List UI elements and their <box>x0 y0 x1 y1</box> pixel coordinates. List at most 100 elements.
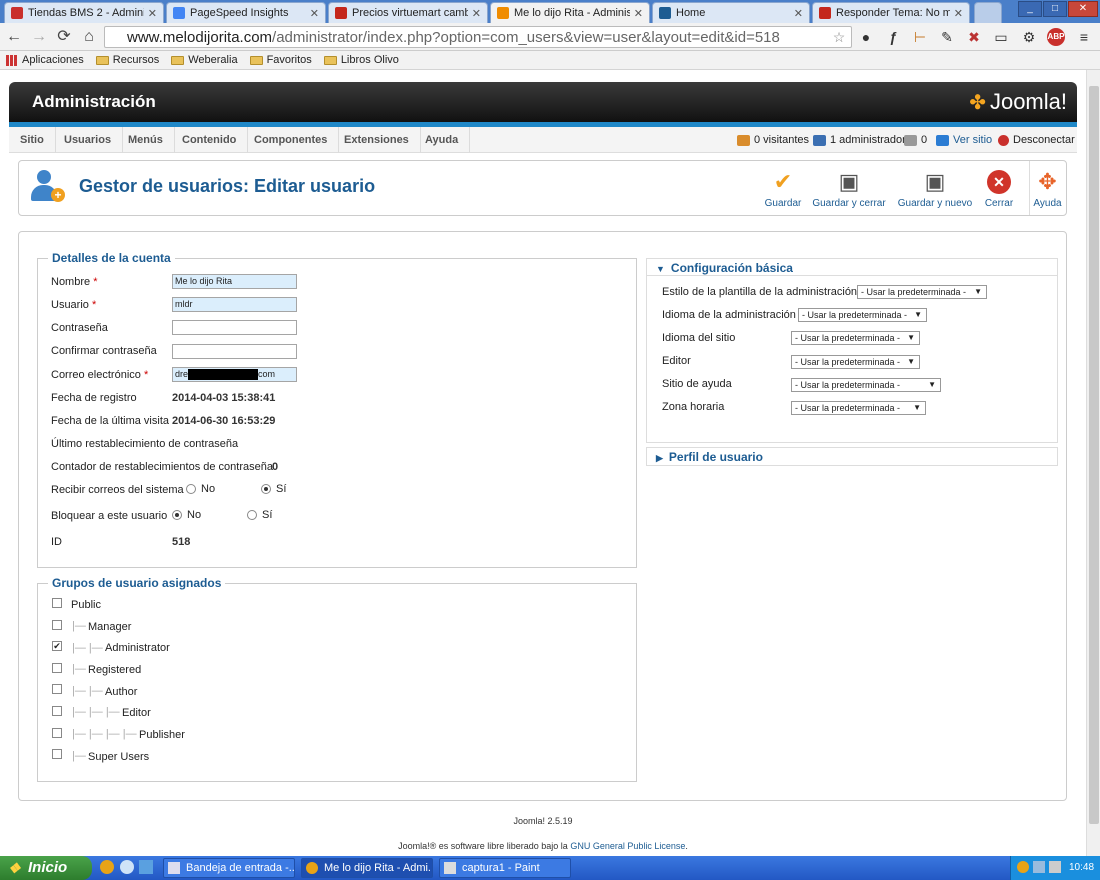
tray-icon[interactable] <box>1017 861 1029 873</box>
reset-count-label: Contador de restablecimientos de contras… <box>51 461 273 473</box>
minimize-window-button[interactable]: _ <box>1018 1 1042 17</box>
browser-tab-active[interactable]: Me lo dijo Rita - Administrac✕ <box>490 2 650 23</box>
close-tab-icon[interactable]: ✕ <box>954 7 963 20</box>
close-tab-icon[interactable]: ✕ <box>794 7 803 20</box>
joomla-logo[interactable]: ✤ Joomla! <box>969 89 1067 115</box>
address-bar[interactable]: www.melodijorita.com/administrator/index… <box>104 26 852 48</box>
menu-icon[interactable]: ≡ <box>1075 28 1093 46</box>
email-field[interactable]: dre com <box>172 367 297 382</box>
bookmark-folder[interactable]: Libros Olivo <box>323 54 399 66</box>
ie-quicklaunch-icon[interactable] <box>120 860 134 874</box>
menu-item-menus[interactable]: Menús <box>117 127 175 153</box>
browser-tab[interactable]: PageSpeed Insights ✕ <box>166 2 326 23</box>
volume-icon[interactable] <box>1049 861 1061 873</box>
extension-icon[interactable]: ⊢ <box>911 28 929 46</box>
group-checkbox[interactable] <box>52 598 62 608</box>
start-button[interactable]: ❖ Inicio <box>0 856 92 880</box>
browser-tab[interactable]: Home ✕ <box>652 2 810 23</box>
save-button[interactable]: ✔ Guardar <box>759 161 807 215</box>
help-site-select[interactable]: - Usar la predeterminada - ▼ <box>791 378 941 392</box>
extension-fx-icon[interactable]: ƒ <box>884 28 902 46</box>
group-checkbox[interactable] <box>52 706 62 716</box>
maximize-window-button[interactable]: □ <box>1043 1 1067 17</box>
group-checkbox-checked[interactable]: ✔ <box>52 641 62 651</box>
editor-select[interactable]: - Usar la predeterminada - ▼ <box>791 355 920 369</box>
group-checkbox[interactable] <box>52 684 62 694</box>
site-language-select[interactable]: - Usar la predeterminada - ▼ <box>791 331 920 345</box>
desktop-quicklaunch-icon[interactable] <box>139 860 153 874</box>
reload-icon[interactable]: ⟳ <box>54 27 74 47</box>
group-checkbox[interactable] <box>52 663 62 673</box>
password-field[interactable] <box>172 320 297 335</box>
view-site-link[interactable]: Ver sitio <box>936 127 992 153</box>
adblock-icon[interactable]: ABP <box>1047 28 1065 46</box>
menu-item-sitio[interactable]: Sitio <box>9 127 56 153</box>
close-tab-icon[interactable]: ✕ <box>472 7 481 20</box>
timezone-select[interactable]: - Usar la predeterminada - ▼ <box>791 401 926 415</box>
password-label: Contraseña <box>51 322 108 334</box>
user-profile-title[interactable]: ▶ Perfil de usuario <box>656 450 763 464</box>
extension-icon[interactable]: ✎ <box>938 28 956 46</box>
taskbar-item-outlook[interactable]: Bandeja de entrada -... <box>163 858 295 878</box>
registered-value: 2014-04-03 15:38:41 <box>172 392 276 404</box>
chrome-quicklaunch-icon[interactable] <box>100 860 114 874</box>
taskbar-item-chrome[interactable]: Me lo dijo Rita - Admi... <box>301 858 433 878</box>
logout-link[interactable]: Desconectar <box>998 127 1075 153</box>
close-button[interactable]: ✕ Cerrar <box>979 161 1019 215</box>
block-user-label: Bloquear a este usuario <box>51 510 168 522</box>
confirm-password-field[interactable] <box>172 344 297 359</box>
extension-icon[interactable]: ▭ <box>992 28 1010 46</box>
admin-language-select[interactable]: - Usar la predeterminada - ▼ <box>798 308 927 322</box>
menu-item-contenido[interactable]: Contenido <box>171 127 249 153</box>
name-field[interactable]: Me lo dijo Rita <box>172 274 297 289</box>
send-email-no-radio[interactable]: No <box>186 483 215 495</box>
browser-tab[interactable]: Tiendas BMS 2 - Administra✕ <box>4 2 164 23</box>
send-email-yes-radio[interactable]: Sí <box>261 483 286 495</box>
menu-item-componentes[interactable]: Componentes <box>243 127 340 153</box>
clock[interactable]: 10:48 <box>1069 856 1094 880</box>
block-no-radio[interactable]: No <box>172 509 201 521</box>
bookmark-apps[interactable]: Aplicaciones <box>6 54 84 66</box>
bookmark-folder[interactable]: Favoritos <box>249 54 312 66</box>
bookmark-folder[interactable]: Recursos <box>95 54 159 66</box>
back-arrow-icon[interactable]: ← <box>4 27 24 47</box>
gpl-link[interactable]: GNU General Public License <box>570 841 685 851</box>
close-tab-icon[interactable]: ✕ <box>634 7 643 20</box>
new-tab-button[interactable] <box>974 2 1002 23</box>
menu-item-usuarios[interactable]: Usuarios <box>53 127 124 153</box>
dropdown-arrow-icon: ▼ <box>914 310 922 319</box>
extension-icon[interactable]: ● <box>857 28 875 46</box>
username-label: Usuario * <box>51 299 97 311</box>
close-tab-icon[interactable]: ✕ <box>310 7 319 20</box>
tray-icon[interactable] <box>1033 861 1045 873</box>
page-toolbar: + Gestor de usuarios: Editar usuario ✔ Gu… <box>18 160 1067 216</box>
save-close-button[interactable]: ▣ Guardar y cerrar <box>811 161 887 215</box>
messages-status[interactable]: 0 <box>904 127 927 153</box>
forward-arrow-icon[interactable]: → <box>29 27 49 47</box>
admin-style-select[interactable]: - Usar la predeterminada - ▼ <box>857 285 987 299</box>
bookmark-star-icon[interactable]: ☆ <box>830 28 848 46</box>
block-yes-radio[interactable]: Sí <box>247 509 272 521</box>
group-checkbox[interactable] <box>52 620 62 630</box>
group-checkbox[interactable] <box>52 728 62 738</box>
page-scrollbar[interactable] <box>1086 70 1100 856</box>
group-checkbox[interactable] <box>52 749 62 759</box>
help-button[interactable]: ✥ Ayuda <box>1029 161 1065 215</box>
browser-tab[interactable]: Precios virtuemart cambian✕ <box>328 2 488 23</box>
close-tab-icon[interactable]: ✕ <box>148 7 157 20</box>
username-field[interactable]: mldr <box>172 297 297 312</box>
group-label: Manager <box>88 621 132 633</box>
bookmark-folder[interactable]: Weberalia <box>171 54 238 66</box>
browser-tab[interactable]: Responder Tema: No me fu✕ <box>812 2 970 23</box>
extension-icon[interactable]: ✖ <box>965 28 983 46</box>
windows-logo-icon: ❖ <box>8 860 21 876</box>
home-icon[interactable]: ⌂ <box>79 27 99 47</box>
scrollbar-thumb[interactable] <box>1089 86 1099 824</box>
menu-item-extensiones[interactable]: Extensiones <box>333 127 421 153</box>
close-window-button[interactable]: ✕ <box>1068 1 1098 17</box>
basic-settings-title[interactable]: ▼ Configuración básica <box>656 261 793 275</box>
save-new-button[interactable]: ▣ Guardar y nuevo <box>895 161 975 215</box>
menu-item-ayuda[interactable]: Ayuda <box>414 127 471 153</box>
taskbar-item-paint[interactable]: captura1 - Paint <box>439 858 571 878</box>
settings-gear-icon[interactable]: ⚙ <box>1020 28 1038 46</box>
